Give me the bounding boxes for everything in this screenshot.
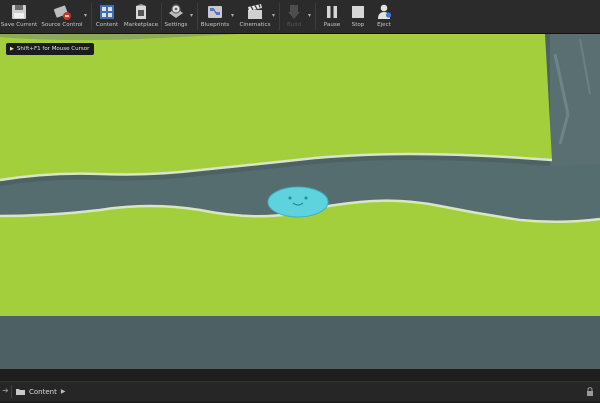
pause-icon [327, 6, 337, 18]
settings-label: Settings [164, 22, 188, 28]
settings-dropdown[interactable]: ▾ [190, 13, 196, 19]
rock-wall [550, 34, 600, 174]
arrow-right-icon[interactable]: ➜ [2, 387, 9, 395]
stop-label: Stop [351, 22, 365, 28]
source-control-dropdown[interactable]: ▾ [84, 13, 90, 19]
level-editor-toolbar: Save Current Source Control ▾ Content Ma… [0, 0, 600, 34]
toolbar-separator [161, 3, 162, 30]
chevron-right-icon: ▶ [60, 388, 66, 395]
cinematics-button[interactable]: Cinematics [237, 1, 273, 32]
game-scene [0, 34, 600, 369]
player-character[interactable] [267, 186, 329, 218]
content-browser-strip: ➜ Content ▶ [0, 381, 600, 401]
build-button[interactable]: Build [282, 1, 306, 32]
source-control-icon [53, 5, 71, 20]
content-button[interactable]: Content [93, 1, 121, 32]
settings-icon [169, 4, 183, 18]
save-current-button[interactable]: Save Current [0, 1, 38, 32]
mouse-cursor-hint: ▶ Shift+F1 for Mouse Cursor [6, 43, 95, 55]
ground-floor [0, 316, 600, 369]
content-browser-drawer: ➜ Content ▶ [0, 369, 600, 403]
content-tab-label: Content [29, 387, 57, 396]
source-control-button[interactable]: Source Control [40, 1, 84, 32]
toolbar-separator [197, 3, 198, 30]
blueprints-button[interactable]: Blueprints [199, 1, 231, 32]
pause-button[interactable]: Pause [319, 1, 345, 32]
level-viewport[interactable]: ▶ Shift+F1 for Mouse Cursor [0, 34, 600, 369]
build-label: Build [286, 22, 302, 28]
content-label: Content [95, 22, 119, 28]
lock-icon[interactable] [586, 387, 594, 396]
stop-icon [352, 6, 364, 18]
save-current-label: Save Current [0, 22, 38, 28]
blueprints-icon [208, 6, 222, 18]
mouse-cursor-hint-text: Shift+F1 for Mouse Cursor [16, 46, 90, 52]
eject-icon [378, 4, 392, 19]
blueprints-label: Blueprints [200, 22, 230, 28]
save-icon [12, 5, 26, 19]
toolbar-separator [279, 3, 280, 30]
toolbar-separator [315, 3, 316, 30]
content-browser-tab[interactable]: Content ▶ [16, 385, 65, 398]
toolbar-separator [91, 3, 92, 30]
build-dropdown[interactable]: ▾ [308, 13, 314, 19]
eject-button[interactable]: Eject [372, 1, 396, 32]
cinematics-dropdown[interactable]: ▾ [272, 13, 278, 19]
play-icon: ▶ [10, 46, 14, 52]
settings-button[interactable]: Settings [163, 1, 189, 32]
separator [11, 385, 12, 398]
cinematics-label: Cinematics [239, 22, 271, 28]
source-control-label: Source Control [41, 22, 83, 28]
cinematics-icon [248, 4, 262, 19]
marketplace-button[interactable]: Marketplace [122, 1, 160, 32]
stop-button[interactable]: Stop [346, 1, 370, 32]
upper-grass [0, 34, 552, 180]
marketplace-icon [136, 4, 146, 19]
build-icon [288, 5, 300, 19]
pause-label: Pause [323, 22, 341, 28]
folder-icon [16, 389, 25, 395]
eject-label: Eject [377, 22, 391, 28]
content-browser-icon [100, 5, 114, 19]
marketplace-label: Marketplace [123, 22, 159, 28]
